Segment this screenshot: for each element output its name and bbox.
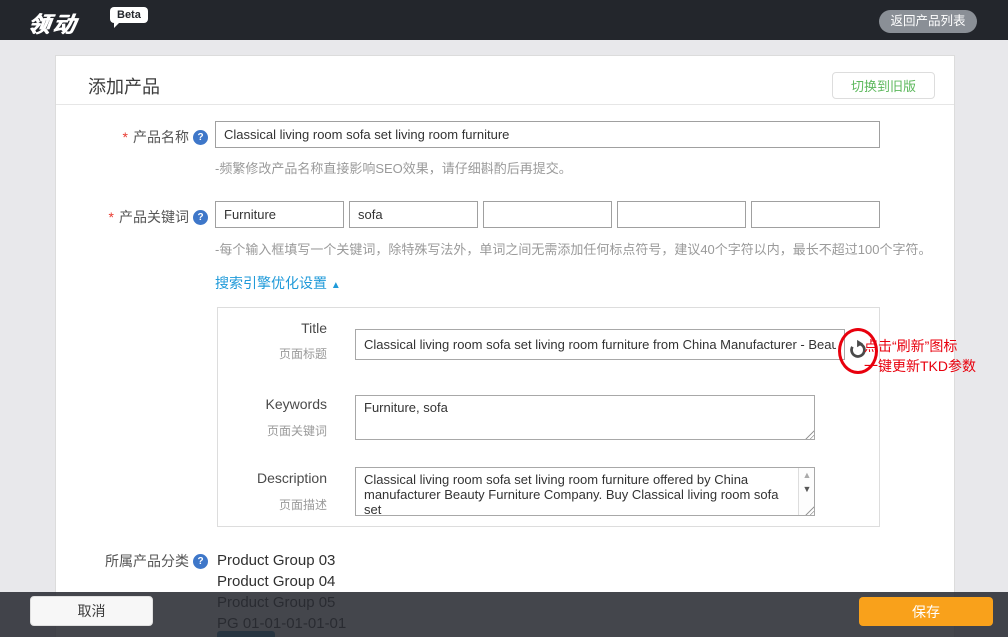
seo-settings-toggle[interactable]: 搜索引擎优化设置 ▲ [215,273,341,293]
product-name-input[interactable] [215,121,880,148]
required-asterisk: * [123,129,128,145]
beta-badge: Beta [110,7,148,23]
keyword-input-3[interactable] [483,201,612,228]
annotation-line-2: 一键更新TKD参数 [864,356,976,376]
chevron-up-icon: ▲ [331,280,341,291]
category-item: Product Group 04 [217,571,346,592]
seo-description-field-wrap: ▲ ▼ [355,467,815,516]
keyword-inputs-row [215,201,880,228]
cancel-button[interactable]: 取消 [30,596,153,626]
page-title: 添加产品 [88,73,160,99]
seo-description-label: Description [217,470,327,486]
back-to-product-list-button[interactable]: 返回产品列表 [879,10,977,33]
required-asterisk: * [109,209,114,225]
product-name-label: 产品名称 [133,127,189,147]
category-label-row: 所属产品分类 ? [88,551,208,571]
help-icon[interactable]: ? [193,554,208,569]
keyword-input-1[interactable] [215,201,344,228]
help-icon[interactable]: ? [193,210,208,225]
keyword-input-2[interactable] [349,201,478,228]
help-icon[interactable]: ? [193,130,208,145]
seo-title-input[interactable] [355,329,845,360]
seo-description-sublabel: 页面描述 [217,496,327,513]
seo-keywords-textarea[interactable] [355,395,815,440]
seo-keywords-sublabel: 页面关键词 [217,422,327,439]
category-label: 所属产品分类 [105,551,189,571]
topbar: 领动 Beta 返回产品列表 [0,0,1008,40]
keyword-input-5[interactable] [751,201,880,228]
annotation-line-1: 点击“刷新”图标 [864,336,957,356]
product-name-label-row: * 产品名称 ? [88,127,208,147]
header-divider [56,104,954,105]
seo-keywords-field-wrap [355,395,815,440]
seo-title-label: Title [217,320,327,336]
switch-to-old-version-button[interactable]: 切换到旧版 [832,72,935,99]
product-keywords-label: 产品关键词 [119,207,189,227]
save-button[interactable]: 保存 [859,597,993,626]
product-keywords-label-row: * 产品关键词 ? [88,207,208,227]
product-keywords-hint: -每个输入框填写一个关键词，除特殊写法外，单词之间无需添加任何标点符号，建议40… [215,239,931,258]
product-name-hint: -频繁修改产品名称直接影响SEO效果，请仔细斟酌后再提交。 [215,158,572,177]
seo-description-textarea[interactable] [355,467,815,516]
seo-title-sublabel: 页面标题 [217,345,327,362]
scroll-down-icon[interactable]: ▼ [799,482,815,496]
seo-toggle-label: 搜索引擎优化设置 [215,275,327,291]
keyword-input-4[interactable] [617,201,746,228]
seo-keywords-label: Keywords [217,396,327,412]
scroll-up-icon[interactable]: ▲ [799,468,815,482]
app-logo: 领动 [26,7,81,39]
category-item: Product Group 03 [217,550,346,571]
